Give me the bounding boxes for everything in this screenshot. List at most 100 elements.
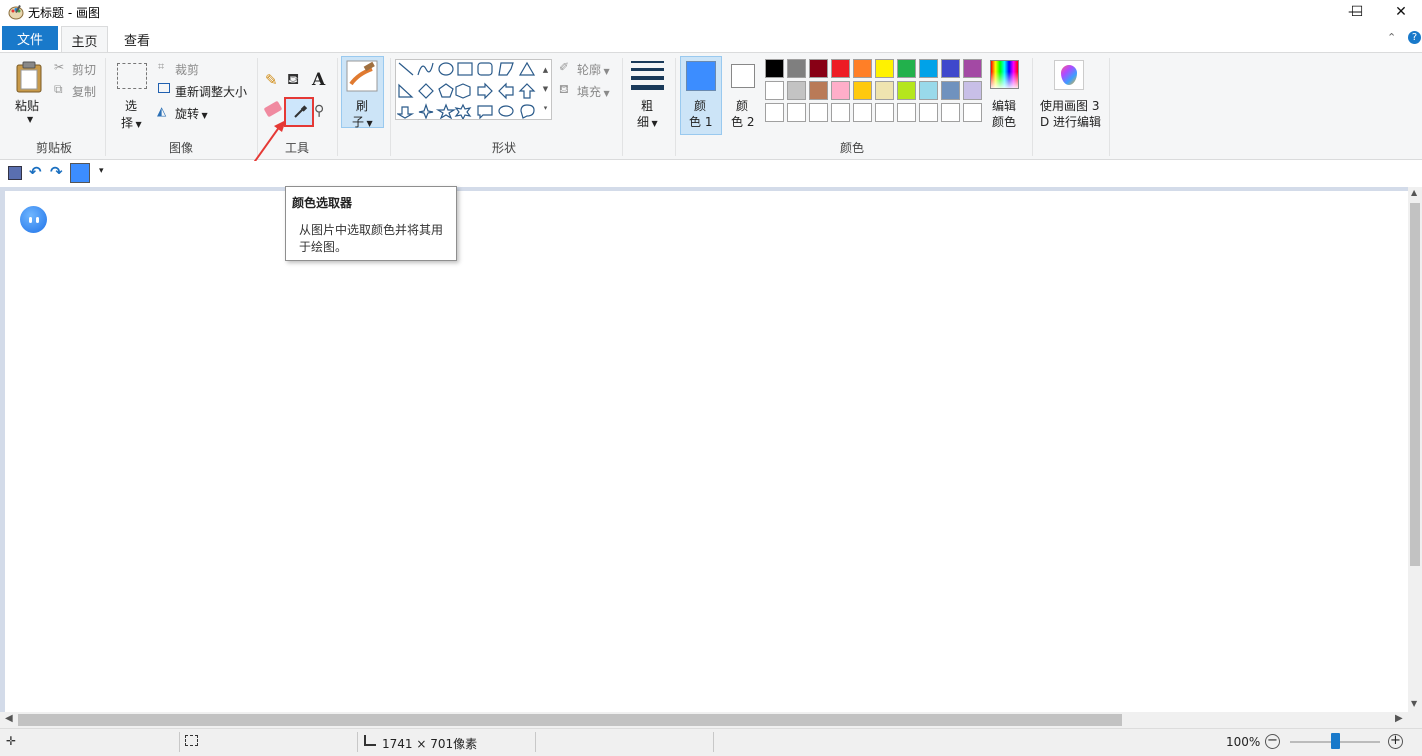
- select-button[interactable]: 择 ▼: [121, 114, 142, 131]
- size-button[interactable]: 细 ▼: [637, 113, 658, 130]
- qat-customize-icon[interactable]: ▾: [99, 166, 104, 176]
- zoom-level: 100%: [1226, 735, 1261, 749]
- collapse-ribbon-icon[interactable]: ⌃: [1387, 31, 1396, 44]
- magnifier-icon[interactable]: ⚲: [314, 103, 324, 119]
- palette-swatch[interactable]: [809, 81, 828, 100]
- select-label-1: 选: [125, 99, 138, 113]
- quick-access-toolbar: [0, 161, 1422, 187]
- copy-button[interactable]: 复制: [72, 83, 96, 100]
- drawing-canvas[interactable]: [5, 191, 1408, 712]
- palette-swatch[interactable]: [897, 81, 916, 100]
- select-icon: [117, 63, 147, 89]
- scroll-left-icon[interactable]: ◀: [5, 713, 13, 724]
- maximize-button[interactable]: ☐: [1334, 0, 1380, 24]
- divider: [357, 732, 358, 752]
- palette-swatch[interactable]: [787, 81, 806, 100]
- scroll-up-icon[interactable]: ▲: [1411, 188, 1417, 197]
- color-palette: [765, 59, 985, 125]
- zoom-in-button[interactable]: +: [1388, 734, 1403, 749]
- palette-swatch[interactable]: [919, 59, 938, 78]
- redo-icon[interactable]: ↷: [50, 163, 63, 181]
- palette-swatch[interactable]: [853, 81, 872, 100]
- pencil-icon[interactable]: ✎: [265, 71, 278, 89]
- scroll-right-icon[interactable]: ▶: [1395, 713, 1403, 724]
- palette-swatch[interactable]: [787, 103, 806, 122]
- palette-swatch[interactable]: [875, 103, 894, 122]
- resize-button[interactable]: 重新调整大小: [175, 83, 247, 100]
- palette-swatch[interactable]: [765, 59, 784, 78]
- fill-bucket-icon[interactable]: ⛾: [287, 70, 299, 90]
- divider: [1032, 58, 1033, 156]
- floating-assistant-icon[interactable]: [20, 206, 47, 233]
- palette-swatch[interactable]: [831, 59, 850, 78]
- palette-swatch[interactable]: [941, 59, 960, 78]
- paste-dropdown-icon[interactable]: ▼: [27, 115, 33, 124]
- undo-icon[interactable]: ↶: [29, 163, 42, 181]
- select-dropdown-icon: ▼: [133, 120, 142, 129]
- palette-swatch[interactable]: [875, 81, 894, 100]
- tooltip-line-2: 于绘图。: [299, 240, 348, 254]
- maximize-icon: ☐: [1350, 4, 1364, 20]
- color-picker-tooltip: 颜色选取器 从图片中选取颜色并将其用 于绘图。: [285, 186, 457, 261]
- color2-label-2: 色 2: [731, 115, 755, 129]
- palette-swatch[interactable]: [919, 81, 938, 100]
- tab-view[interactable]: 查看: [114, 27, 160, 52]
- shapes-icons[interactable]: [397, 61, 539, 119]
- zoom-out-button[interactable]: −: [1265, 734, 1280, 749]
- palette-swatch[interactable]: [831, 81, 850, 100]
- tab-home[interactable]: 主页: [61, 26, 108, 53]
- palette-swatch[interactable]: [963, 103, 982, 122]
- palette-swatch[interactable]: [831, 103, 850, 122]
- cut-button[interactable]: 剪切: [72, 61, 96, 78]
- outline-button[interactable]: 轮廓 ▼: [577, 61, 610, 78]
- close-button[interactable]: ✕: [1380, 0, 1422, 24]
- rotate-label: 旋转: [175, 107, 200, 121]
- scroll-down-icon[interactable]: ▼: [1411, 699, 1417, 708]
- palette-swatch[interactable]: [875, 59, 894, 78]
- palette-swatch[interactable]: [941, 103, 960, 122]
- palette-swatch[interactable]: [853, 103, 872, 122]
- clipboard-group-label: 剪贴板: [35, 141, 72, 155]
- zoom-slider-thumb[interactable]: [1331, 733, 1340, 749]
- palette-swatch[interactable]: [765, 103, 784, 122]
- divider: [390, 58, 391, 156]
- horizontal-scroll-thumb[interactable]: [18, 714, 1122, 726]
- edit-colors-button[interactable]: 颜色: [992, 113, 1016, 130]
- palette-swatch[interactable]: [897, 59, 916, 78]
- palette-swatch[interactable]: [809, 103, 828, 122]
- paste-button[interactable]: 粘贴: [15, 97, 39, 114]
- palette-swatch[interactable]: [787, 59, 806, 78]
- tab-file[interactable]: 文件: [2, 26, 58, 50]
- divider: [535, 732, 536, 752]
- paint3d-button[interactable]: D 进行编辑: [1040, 113, 1101, 130]
- palette-swatch[interactable]: [853, 59, 872, 78]
- paint-app-icon: [8, 5, 24, 20]
- save-icon[interactable]: [8, 166, 22, 180]
- fill-button[interactable]: 填充 ▼: [577, 83, 610, 100]
- palette-swatch[interactable]: [765, 81, 784, 100]
- help-icon[interactable]: ?: [1408, 31, 1421, 44]
- shapes-scroll-icon[interactable]: ▲ ▼ ▾: [540, 61, 551, 119]
- palette-swatch[interactable]: [941, 81, 960, 100]
- text-tool-icon[interactable]: A: [312, 70, 325, 90]
- status-bar: [0, 728, 1422, 756]
- cursor-position-icon: ✛: [6, 734, 17, 748]
- color1-label-2: 色 1: [689, 115, 713, 129]
- palette-swatch[interactable]: [809, 59, 828, 78]
- shapes-group-label: 形状: [491, 141, 516, 155]
- palette-swatch[interactable]: [897, 103, 916, 122]
- palette-swatch[interactable]: [963, 81, 982, 100]
- scroll-corner: [1408, 712, 1422, 728]
- color1-swatch: [686, 61, 716, 91]
- qat-color-icon[interactable]: [70, 163, 90, 183]
- vertical-scroll-thumb[interactable]: [1410, 203, 1420, 566]
- color1-label-1: 颜: [694, 99, 707, 113]
- palette-swatch[interactable]: [963, 59, 982, 78]
- selection-size-icon: [185, 735, 198, 746]
- crop-button[interactable]: 裁剪: [175, 61, 199, 78]
- palette-swatch[interactable]: [919, 103, 938, 122]
- brushes-label-1: 刷: [356, 99, 369, 113]
- rotate-button[interactable]: 旋转 ▼: [175, 105, 208, 122]
- color2-swatch[interactable]: [731, 64, 755, 88]
- size-icon: [631, 61, 664, 90]
